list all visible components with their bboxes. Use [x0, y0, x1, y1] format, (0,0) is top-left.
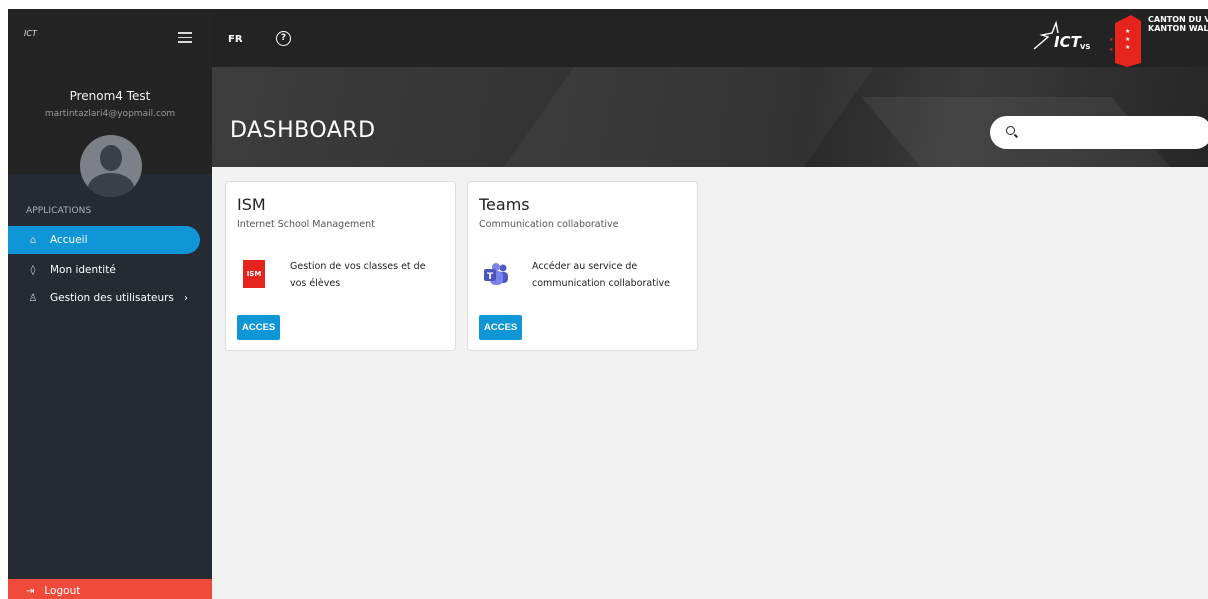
hero-banner: DASHBOARD — [212, 67, 1208, 167]
ict-logo-sub: VS — [1080, 43, 1090, 51]
logout-label: Logout — [44, 585, 81, 597]
sidebar-section-label: APPLICATIONS — [26, 206, 92, 216]
ism-logo-icon: ISM — [243, 260, 265, 288]
svg-text:★: ★ — [1125, 28, 1130, 35]
sidebar-item-mon-identite[interactable]: ◊ Mon identité — [8, 256, 200, 284]
sidebar-item-label: Accueil — [50, 234, 88, 246]
sidebar-item-label: Gestion des utilisateurs — [50, 292, 174, 304]
ict-logo: ICT VS — [1033, 20, 1090, 51]
chevron-right-icon: › — [184, 292, 188, 304]
help-icon[interactable]: ? — [276, 31, 291, 46]
hamburger-menu-icon[interactable] — [178, 32, 192, 43]
sidebar: ICT Prenom4 Test martintazlari4@yopmail.… — [8, 9, 212, 599]
user-name: Prenom4 Test — [69, 89, 151, 103]
search-box[interactable] — [990, 116, 1208, 149]
shield-icon: ◊ — [30, 264, 36, 276]
card-title: Teams — [479, 195, 530, 214]
search-icon — [1006, 126, 1015, 135]
home-icon: ⌂ — [29, 234, 37, 246]
app-card-ism: ISM Internet School Management ISM Gesti… — [225, 181, 456, 351]
acces-button-teams[interactable]: ACCES — [479, 315, 523, 340]
card-description: Gestion de vos classes et de vos élèves — [290, 261, 426, 289]
card-title: ISM — [237, 195, 266, 214]
sidebar-item-accueil[interactable]: ⌂ Accueil — [8, 226, 200, 254]
user-email: martintazlari4@yopmail.com — [44, 109, 176, 119]
card-subtitle: Internet School Management — [237, 219, 375, 230]
canton-valais-crest: ★ ★ ★ ★ ★ — [1109, 15, 1141, 67]
avatar — [80, 135, 142, 197]
acces-button-ism[interactable]: ACCES — [237, 315, 281, 340]
app-card-teams: Teams Communication collaborative T Accé… — [467, 181, 698, 351]
canton-name: CANTON DU VALA KANTON WALLIS — [1148, 15, 1208, 33]
users-icon: ♙ — [28, 292, 38, 304]
svg-text:★: ★ — [1125, 36, 1130, 43]
svg-text:★: ★ — [1109, 37, 1114, 43]
app-window: ICT Prenom4 Test martintazlari4@yopmail.… — [8, 9, 1208, 599]
ict-small-logo: ICT — [24, 29, 37, 38]
teams-logo-icon: T — [484, 263, 508, 285]
canton-name-de: KANTON WALLIS — [1148, 24, 1208, 33]
page-title: DASHBOARD — [230, 118, 376, 143]
language-selector[interactable]: FR — [228, 34, 243, 45]
search-input[interactable] — [1024, 122, 1194, 143]
teams-logo-letter: T — [487, 272, 494, 282]
canton-name-fr: CANTON DU VALA — [1148, 15, 1208, 24]
svg-text:★: ★ — [1125, 44, 1130, 51]
logout-button[interactable]: ⇥ Logout — [8, 579, 212, 599]
logout-icon: ⇥ — [26, 585, 35, 597]
ict-logo-text: ICT — [1054, 33, 1083, 51]
top-bar: FR ? ICT VS ★ ★ ★ ★ ★ CANTON DU VALA KAN… — [212, 9, 1208, 67]
sidebar-item-gestion-utilisateurs[interactable]: ♙ Gestion des utilisateurs › — [8, 284, 200, 312]
card-description: Accéder au service de communication coll… — [532, 261, 671, 289]
sidebar-item-label: Mon identité — [50, 264, 116, 276]
svg-text:★: ★ — [1109, 47, 1114, 53]
card-subtitle: Communication collaborative — [479, 219, 619, 230]
